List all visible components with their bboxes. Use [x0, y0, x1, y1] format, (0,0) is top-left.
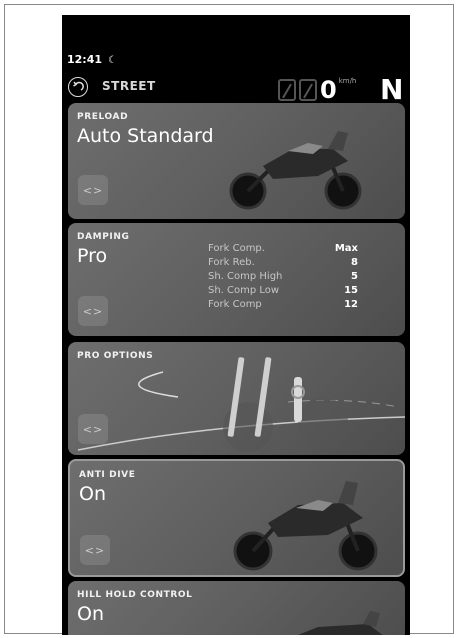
hill-hold-card[interactable]: HILL HOLD CONTROL On: [68, 581, 405, 635]
card-title: ANTI DIVE: [79, 470, 136, 480]
dashboard-screen: 12:41 ☾ STREET 0 km/h N PRELOAD Auto Stan…: [62, 15, 410, 635]
speed-unit: km/h: [338, 77, 357, 85]
card-title: DAMPING: [77, 232, 130, 242]
cycle-option-button[interactable]: <>: [80, 535, 110, 565]
back-arrow-icon: [73, 81, 84, 91]
card-value: Pro: [77, 245, 108, 267]
damping-params: Fork Comp. Max Fork Reb. 8 Sh. Comp High 5 …: [208, 242, 358, 312]
param-value: Max: [334, 243, 358, 254]
param-value: 8: [351, 257, 358, 268]
pro-options-card[interactable]: PRO OPTIONS <>: [68, 342, 405, 455]
param-label: Fork Reb.: [208, 257, 255, 268]
param-row: Fork Reb. 8: [208, 256, 358, 270]
card-value: Auto Standard: [77, 125, 214, 147]
param-row: Sh. Comp Low 15: [208, 284, 358, 298]
param-row: Sh. Comp High 5: [208, 270, 358, 284]
motorcycle-image: [229, 131, 362, 210]
speedometer: 0 km/h: [278, 75, 357, 104]
card-value: On: [77, 603, 104, 625]
param-label: Sh. Comp Low: [208, 285, 280, 296]
card-title: HILL HOLD CONTROL: [77, 590, 193, 600]
param-label: Fork Comp: [208, 299, 262, 310]
gear-indicator: N: [380, 73, 404, 106]
motorcycle-image: [233, 481, 378, 571]
speed-digit-inactive: [299, 79, 317, 101]
moon-icon: ☾: [108, 55, 117, 66]
speed-value: 0: [320, 76, 337, 104]
anti-dive-card[interactable]: ANTI DIVE On <>: [68, 459, 405, 577]
motorcycle-image: [298, 611, 383, 635]
param-value: 15: [344, 285, 358, 296]
card-value: On: [79, 483, 106, 505]
clock-time: 12:41: [67, 53, 103, 66]
speed-digit-inactive: [278, 79, 296, 101]
suspension-image: [77, 357, 405, 452]
cycle-option-button[interactable]: <>: [78, 175, 108, 205]
param-value: 12: [344, 299, 358, 310]
riding-mode-label: STREET: [102, 79, 156, 93]
status-clock: 12:41 ☾: [67, 53, 117, 66]
preload-card[interactable]: PRELOAD Auto Standard <>: [68, 103, 405, 219]
param-row: Fork Comp. Max: [208, 242, 358, 256]
damping-card[interactable]: DAMPING Pro Fork Comp. Max Fork Reb. 8 Sh.…: [68, 223, 405, 336]
card-title: PRELOAD: [77, 112, 129, 122]
param-label: Fork Comp.: [208, 243, 265, 254]
cycle-option-button[interactable]: <>: [78, 296, 108, 326]
back-button[interactable]: [68, 77, 88, 97]
param-row: Fork Comp 12: [208, 298, 358, 312]
param-value: 5: [351, 271, 358, 282]
cycle-option-button[interactable]: <>: [78, 414, 108, 444]
param-label: Sh. Comp High: [208, 271, 283, 282]
